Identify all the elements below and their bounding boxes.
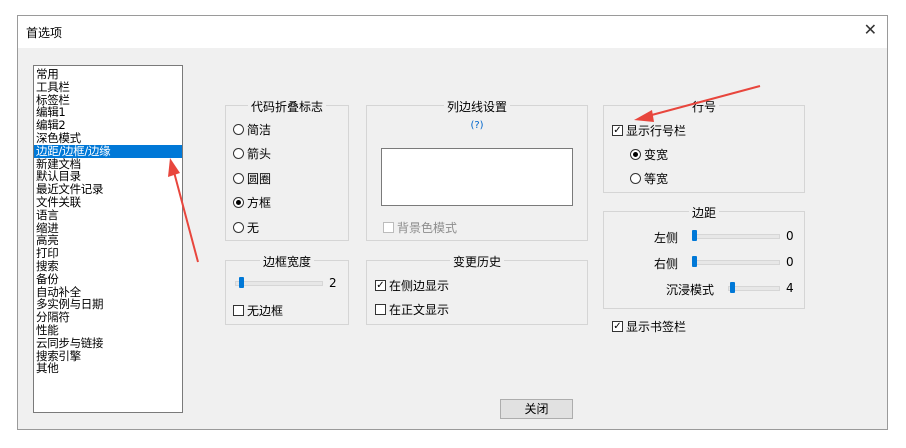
column-line-help-link[interactable]: (?)	[367, 120, 587, 131]
margin-right-value: 0	[786, 255, 794, 269]
close-button[interactable]: 关闭	[500, 399, 573, 419]
list-item[interactable]: 文件关联	[34, 196, 182, 209]
line-number-wide-radio[interactable]: 变宽	[630, 146, 668, 163]
list-item[interactable]: 性能	[34, 324, 182, 337]
list-item[interactable]: 搜索	[34, 260, 182, 273]
close-icon[interactable]: ✕	[864, 22, 877, 38]
column-line-label: 列边线设置	[443, 100, 510, 114]
fold-group-label: 代码折叠标志	[247, 100, 326, 114]
immersive-slider-thumb[interactable]	[730, 282, 735, 293]
margin-left-slider-thumb[interactable]	[692, 230, 697, 241]
column-line-group: 列边线设置 (?) 背景色模式	[366, 100, 588, 241]
margin-right-label: 右侧	[654, 257, 679, 271]
bg-color-mode-checkbox[interactable]: 背景色模式	[383, 219, 457, 236]
dialog-title: 首选项	[26, 26, 63, 40]
show-bookmark-checkbox[interactable]: ✓ 显示书签栏	[612, 318, 686, 335]
list-item[interactable]: 工具栏	[34, 80, 182, 94]
preferences-dialog: 首选项 ✕ 常用 工具栏 标签栏 编辑1 编辑2 深色模式 边距/边框/边缘 新…	[17, 15, 888, 430]
immersive-value: 4	[786, 281, 794, 295]
fold-box-radio[interactable]: 方框	[233, 194, 271, 211]
change-history-label: 变更历史	[449, 255, 504, 269]
immersive-mode-label: 沉浸模式	[666, 283, 715, 297]
margin-left-slider-track[interactable]	[692, 234, 780, 239]
list-item-selected[interactable]: 边距/边框/边缘	[34, 144, 182, 158]
margin-left-value: 0	[786, 229, 794, 243]
show-line-number-checkbox[interactable]: ✓ 显示行号栏	[612, 122, 686, 139]
change-history-group: 变更历史 ✓ 在侧边显示 在正文显示	[366, 255, 588, 325]
border-width-slider-track[interactable]	[235, 281, 323, 286]
immersive-slider-track[interactable]	[728, 286, 780, 291]
list-item[interactable]: 常用	[34, 68, 182, 81]
border-width-value: 2	[329, 276, 337, 290]
list-item[interactable]: 深色模式	[34, 132, 182, 145]
list-item[interactable]: 语言	[34, 208, 182, 222]
category-list[interactable]: 常用 工具栏 标签栏 编辑1 编辑2 深色模式 边距/边框/边缘 新建文档 默认…	[33, 65, 183, 413]
fold-none-radio[interactable]: 无	[233, 219, 259, 236]
fold-simple-radio[interactable]: 简洁	[233, 121, 271, 138]
title-bar: 首选项 ✕	[18, 16, 887, 48]
margin-label: 边距	[688, 206, 719, 220]
margin-left-label: 左侧	[654, 231, 679, 245]
line-number-label: 行号	[688, 100, 719, 114]
margin-right-slider-track[interactable]	[692, 260, 780, 265]
fold-circle-radio[interactable]: 圆圈	[233, 170, 271, 187]
border-width-group: 边框宽度 2 无边框	[225, 255, 349, 325]
no-border-checkbox[interactable]: 无边框	[233, 302, 283, 319]
list-item[interactable]: 云同步与链接	[34, 336, 182, 350]
column-line-input[interactable]	[381, 148, 573, 206]
list-item[interactable]: 备份	[34, 272, 182, 286]
list-item[interactable]: 其他	[34, 362, 182, 375]
show-in-text-checkbox[interactable]: 在正文显示	[375, 301, 449, 318]
margin-right-slider-thumb[interactable]	[692, 256, 697, 267]
line-number-fixed-radio[interactable]: 等宽	[630, 170, 668, 187]
line-number-group: 行号 ✓ 显示行号栏 变宽 等宽	[603, 100, 805, 193]
margin-group: 边距 左侧 0 右侧 0 沉浸模式 4	[603, 206, 805, 309]
border-width-slider-thumb[interactable]	[239, 277, 244, 288]
fold-arrow-radio[interactable]: 箭头	[233, 145, 271, 162]
border-width-label: 边框宽度	[259, 255, 314, 269]
show-in-margin-checkbox[interactable]: ✓ 在侧边显示	[375, 277, 449, 294]
fold-group: 代码折叠标志 简洁 箭头 圆圈 方框 无	[225, 100, 349, 241]
